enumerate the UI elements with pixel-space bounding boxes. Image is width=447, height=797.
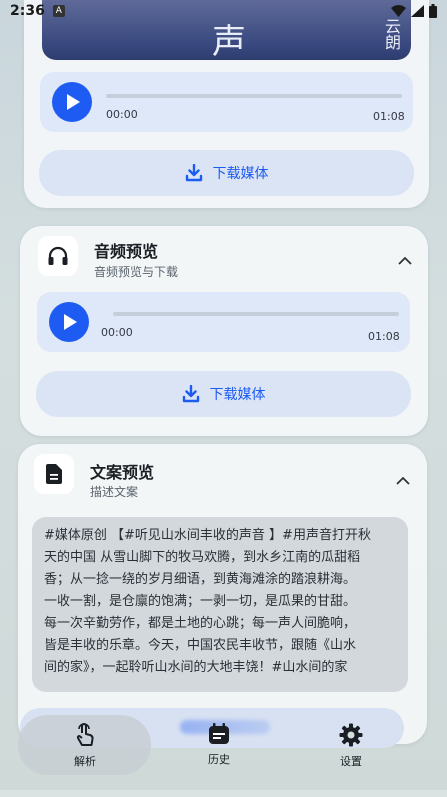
video-audio-player: 00:00 01:08 <box>40 72 413 132</box>
caption-line: 间的家》，一起聆听山水间的大地丰饶！#山水间的家 <box>44 660 348 675</box>
tab-history[interactable]: 历史 <box>196 723 242 767</box>
caption-line: 每一次辛勤劳作，都是土地的心跳；每一声人间脆响， <box>44 616 357 631</box>
caption-line: #媒体原创 【#听见山水间丰收的声音 】#用声音打开秋 <box>44 528 371 543</box>
tab-settings[interactable]: 设置 <box>328 723 374 769</box>
text-card-subtitle: 描述文案 <box>90 485 139 499</box>
signal-icon <box>411 5 424 17</box>
tab-label: 历史 <box>208 753 230 766</box>
elapsed-time: 00:00 <box>101 326 133 339</box>
text-preview-card: 文案预览 描述文案 #媒体原创 【#听见山水间丰收的声音 】#用声音打开秋 天的… <box>18 444 427 744</box>
audio-card-subtitle: 音频预览与下载 <box>94 265 179 279</box>
wifi-icon <box>391 5 406 17</box>
text-card-title: 文案预览 <box>90 463 155 482</box>
caption-text-box[interactable]: #媒体原创 【#听见山水间丰收的声音 】#用声音打开秋 天的中国 从雪山脚下的牧… <box>32 517 408 692</box>
caption-line: 皆是丰收的乐章。今天，中国农民丰收节，跟随《山水 <box>44 638 357 653</box>
tab-label: 设置 <box>340 755 362 768</box>
download-media-button[interactable]: 下载媒体 <box>39 150 414 196</box>
download-label: 下载媒体 <box>209 387 266 403</box>
download-icon <box>185 164 202 182</box>
progress-track[interactable] <box>106 94 402 98</box>
audio-card-icon-box <box>38 236 78 276</box>
app-badge-icon: A <box>52 5 65 17</box>
download-media-button[interactable]: 下载媒体 <box>36 371 411 417</box>
download-icon <box>182 385 199 403</box>
caption-line: 天的中国 从雪山脚下的牧马欢腾，到水乡江南的瓜甜稻 <box>44 550 361 565</box>
status-time: 2:36 <box>10 3 45 19</box>
play-icon <box>64 314 77 330</box>
calendar-icon <box>209 723 229 744</box>
play-icon <box>67 94 80 110</box>
gear-icon <box>339 723 363 747</box>
audio-preview-card: 音频预览 音频预览与下载 00:00 01:08 下载媒体 <box>20 226 428 436</box>
elapsed-time: 00:00 <box>106 108 138 121</box>
chevron-up-icon[interactable] <box>395 476 411 486</box>
bottom-tab-bar: 解析 历史 设置 <box>0 705 447 775</box>
tap-hand-icon <box>76 723 94 746</box>
home-indicator <box>0 790 447 797</box>
video-preview-card: 声 云朗 00:00 01:08 下载媒体 <box>24 0 429 208</box>
headphones-icon <box>48 246 68 265</box>
tab-label: 解析 <box>74 755 96 768</box>
cover-text-side: 云朗 <box>382 18 401 50</box>
caption-line: 香；从一捻一绕的岁月细语，到黄海滩涂的踏浪耕海。 <box>44 572 357 587</box>
audio-card-title: 音频预览 <box>94 242 159 261</box>
document-icon <box>46 464 62 484</box>
audio-player: 00:00 01:08 <box>37 292 410 352</box>
status-bar: 2:36 A <box>0 0 447 22</box>
caption-line: 一收一割，是仓廪的饱满；一剥一切，是瓜果的甘甜。 <box>44 594 357 609</box>
duration-time: 01:08 <box>373 110 405 123</box>
progress-track[interactable] <box>113 312 399 316</box>
download-label: 下载媒体 <box>212 166 269 182</box>
play-button[interactable] <box>52 82 92 122</box>
play-button[interactable] <box>49 302 89 342</box>
battery-icon <box>429 4 437 18</box>
tab-parse[interactable]: 解析 <box>62 723 108 769</box>
chevron-up-icon[interactable] <box>397 256 413 266</box>
text-card-icon-box <box>34 454 74 494</box>
duration-time: 01:08 <box>368 330 400 343</box>
